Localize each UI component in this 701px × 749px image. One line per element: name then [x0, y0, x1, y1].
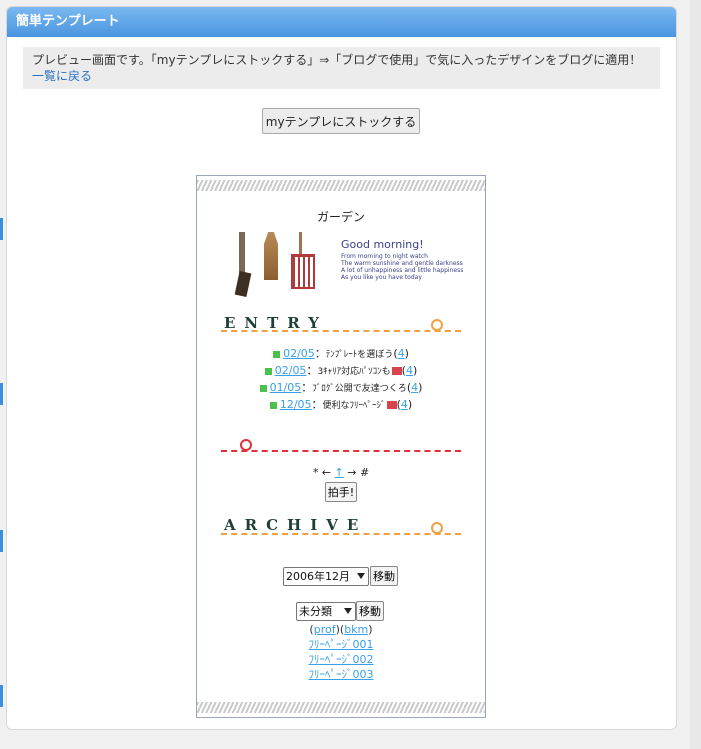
archive-divider — [221, 533, 461, 535]
entry-title: ﾃﾝﾌﾟﾚｰﾄを選ぼう — [325, 350, 394, 360]
free-page-link[interactable]: ﾌﾘｰﾍﾟｰｼﾞ003 — [309, 668, 374, 681]
greeting-line: A lot of unhappiness and little happines… — [341, 267, 464, 274]
ring-icon — [431, 319, 443, 331]
stock-template-button[interactable]: myテンプレにストックする — [262, 108, 420, 134]
greeting-line: As you like you have today — [341, 274, 422, 281]
top-border — [197, 180, 485, 191]
page-scrollbar[interactable] — [690, 0, 701, 749]
side-tab — [0, 530, 3, 552]
free-page-link[interactable]: ﾌﾘｰﾍﾟｰｼﾞ002 — [309, 653, 374, 666]
chevron-down-icon — [357, 573, 365, 579]
paren: ) — [368, 623, 373, 636]
entry-item: 02/05：ﾃﾝﾌﾟﾚｰﾄを選ぼう(4) — [197, 346, 485, 363]
panel-header: 簡単テンプレート — [7, 7, 676, 37]
entry-list: 02/05：ﾃﾝﾌﾟﾚｰﾄを選ぼう(4) 02/05：3ｷｬﾘｱ対応ﾊﾟｿｺﾝも… — [197, 346, 485, 414]
side-tab — [0, 383, 3, 405]
emoji-icon — [386, 401, 397, 409]
bkm-link[interactable]: bkm — [344, 623, 368, 636]
ring-icon — [240, 439, 252, 451]
entry-item: 02/05：3ｷｬﾘｱ対応ﾊﾟｿｺﾝも (4) — [197, 363, 485, 380]
clap-button[interactable]: 拍手! — [325, 482, 357, 502]
month-select[interactable]: 2006年12月 — [283, 567, 369, 586]
side-tab — [0, 218, 3, 240]
pager: * ← ↑ → # — [197, 466, 485, 479]
category-select[interactable]: 未分類 — [296, 602, 356, 621]
blog-preview: ガーデン Good morning! From morning to night… — [196, 175, 486, 718]
entry-date-link[interactable]: 02/05 — [283, 347, 315, 360]
greeting-line: From morning to night watch — [341, 253, 428, 260]
entry-title: ﾌﾞﾛｸﾞ公開で友達つくろ — [312, 384, 407, 394]
entry-item: 12/05：便利なﾌﾘｰﾍﾟｰｼﾞ (4) — [197, 397, 485, 414]
greeting-line: The warm sunshine and gentle darkness — [341, 260, 463, 267]
links-block: (prof)(bkm) ﾌﾘｰﾍﾟｰｼﾞ001 ﾌﾘｰﾍﾟｰｼﾞ002 ﾌﾘｰﾍ… — [197, 622, 485, 682]
comment-count-link[interactable]: 4 — [401, 398, 408, 411]
category-move-button[interactable]: 移動 — [356, 601, 384, 621]
bullet-icon — [264, 367, 272, 375]
side-tab — [0, 685, 3, 707]
category-select-value: 未分類 — [299, 605, 332, 618]
entry-date-link[interactable]: 12/05 — [280, 398, 312, 411]
preview-notice: プレビュー画面です。「myテンプレにストックする」⇒「ブログで使用」で気に入った… — [23, 47, 660, 89]
comment-count-link[interactable]: 4 — [398, 347, 405, 360]
comment-count-link[interactable]: 4 — [406, 364, 413, 377]
free-page-link[interactable]: ﾌﾘｰﾍﾟｰｼﾞ001 — [309, 638, 374, 651]
entry-title: 便利なﾌﾘｰﾍﾟｰｼﾞ — [322, 401, 386, 411]
month-move-button[interactable]: 移動 — [370, 566, 398, 586]
bullet-icon — [269, 401, 277, 409]
garden-tools-image — [234, 232, 315, 304]
blog-title: ガーデン — [316, 210, 365, 224]
bottom-border — [197, 702, 485, 713]
bullet-icon — [259, 384, 267, 392]
ring-icon — [431, 522, 443, 534]
chevron-down-icon — [344, 608, 352, 614]
entry-item: 01/05：ﾌﾞﾛｸﾞ公開で友達つくろ(4) — [197, 380, 485, 397]
month-select-value: 2006年12月 — [286, 570, 350, 583]
entry-date-link[interactable]: 01/05 — [270, 381, 302, 394]
template-panel: 簡単テンプレート プレビュー画面です。「myテンプレにストックする」⇒「ブログで… — [6, 6, 677, 730]
notice-text: プレビュー画面です。「myテンプレにストックする」⇒「ブログで使用」で気に入った… — [32, 53, 642, 67]
prev-link[interactable]: * ← — [313, 466, 331, 479]
next-link[interactable]: → # — [347, 466, 369, 479]
entry-title: 3ｷｬﾘｱ対応ﾊﾟｿｺﾝも — [317, 367, 391, 377]
up-link[interactable]: ↑ — [335, 466, 344, 479]
greeting-title: Good morning! — [341, 238, 424, 251]
comment-count-link[interactable]: 4 — [411, 381, 418, 394]
entry-date-link[interactable]: 02/05 — [275, 364, 307, 377]
greeting-text: Good morning! From morning to night watc… — [341, 238, 481, 281]
entry-footer-divider — [221, 450, 461, 452]
bullet-icon — [273, 350, 281, 358]
archive-heading: ARCHIVE — [224, 516, 368, 534]
back-to-list-link[interactable]: 一覧に戻る — [32, 69, 92, 83]
emoji-icon — [391, 367, 402, 375]
prof-link[interactable]: prof — [314, 623, 336, 636]
paren: )( — [335, 623, 345, 636]
entry-divider — [221, 330, 461, 332]
